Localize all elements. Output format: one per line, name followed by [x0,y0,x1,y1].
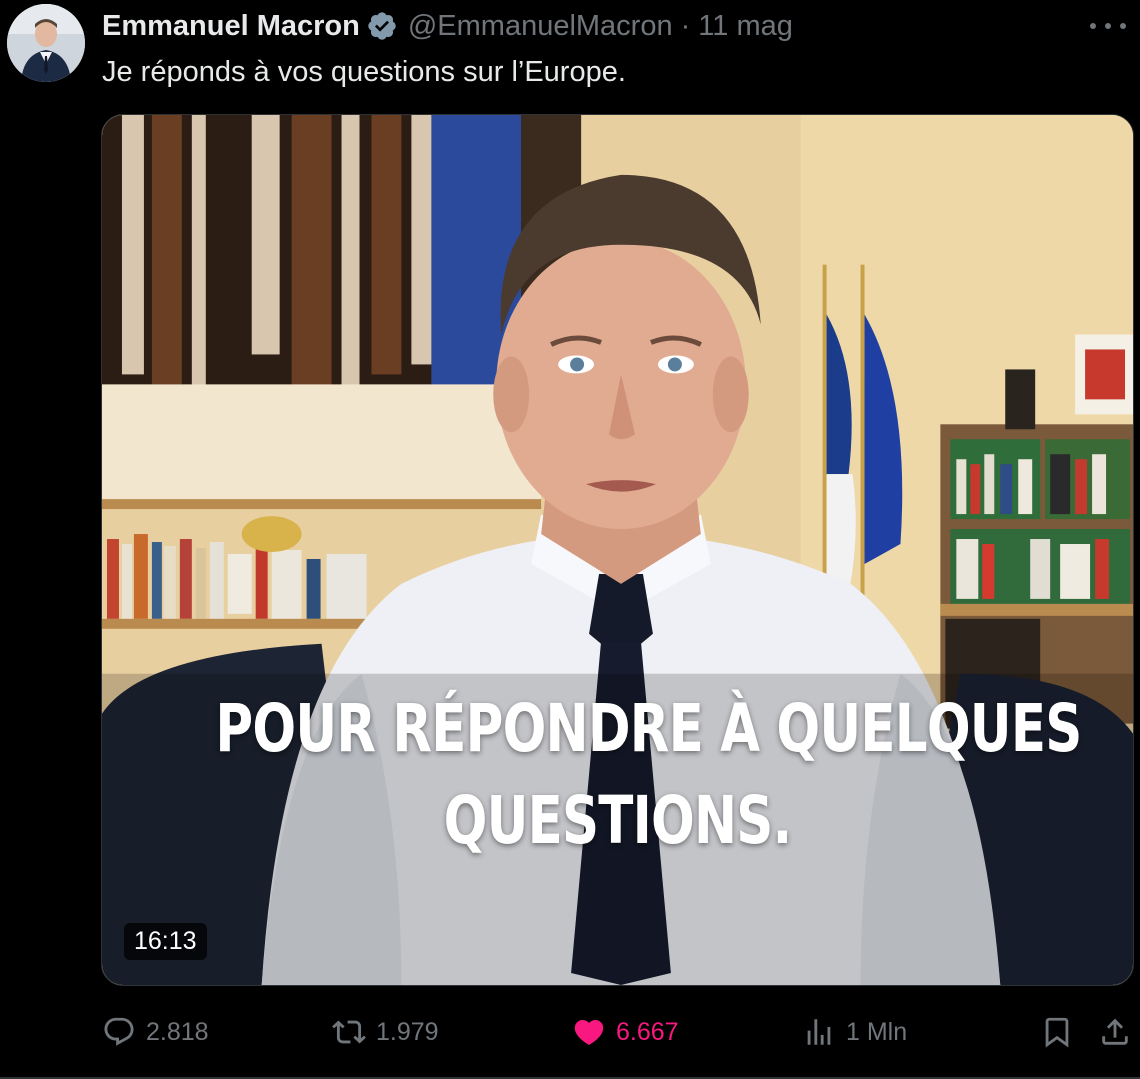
video-caption: POUR RÉPONDRE À QUELQUES QUESTIONS. [215,683,1082,867]
bookmark-icon [1045,1017,1069,1048]
tweet-header: Emmanuel Macron @EmmanuelMacron · 11 mag [102,8,793,44]
views-icon [807,1019,831,1045]
bookmark-button[interactable] [1040,1008,1074,1056]
retweet-icon [332,1020,366,1044]
share-button[interactable] [1098,1008,1132,1056]
share-icon [1102,1018,1128,1045]
reply-icon [104,1017,134,1046]
verified-badge-icon[interactable] [366,10,398,42]
display-name[interactable]: Emmanuel Macron [102,10,360,43]
avatar[interactable] [7,4,85,82]
reply-count: 2.818 [146,1017,209,1046]
video-duration: 16:13 [124,923,207,960]
like-button[interactable]: 6.667 [572,1008,679,1056]
heart-icon [574,1019,604,1045]
action-bar: 2.818 1.979 6.667 1 Mln [102,1008,1132,1056]
like-count: 6.667 [616,1017,679,1046]
views-count: 1 Mln [846,1017,908,1046]
avatar-image [7,4,85,82]
timestamp[interactable]: 11 mag [698,10,793,43]
reply-button[interactable]: 2.818 [102,1008,209,1056]
views-button[interactable]: 1 Mln [802,1008,907,1056]
caption-line-2: QUESTIONS. [443,782,793,859]
caption-line-1: POUR RÉPONDRE À QUELQUES [215,690,1082,767]
more-options-icon[interactable] [1090,12,1126,40]
handle[interactable]: @EmmanuelMacron [408,10,673,43]
video-player[interactable]: POUR RÉPONDRE À QUELQUES QUESTIONS. 16:1… [101,114,1134,986]
tweet-text: Je réponds à vos questions sur l’Europe. [102,56,626,88]
separator-dot: · [680,9,691,42]
tweet: Emmanuel Macron @EmmanuelMacron · 11 mag… [0,0,1140,1079]
retweet-count: 1.979 [376,1017,439,1046]
retweet-button[interactable]: 1.979 [332,1008,439,1056]
